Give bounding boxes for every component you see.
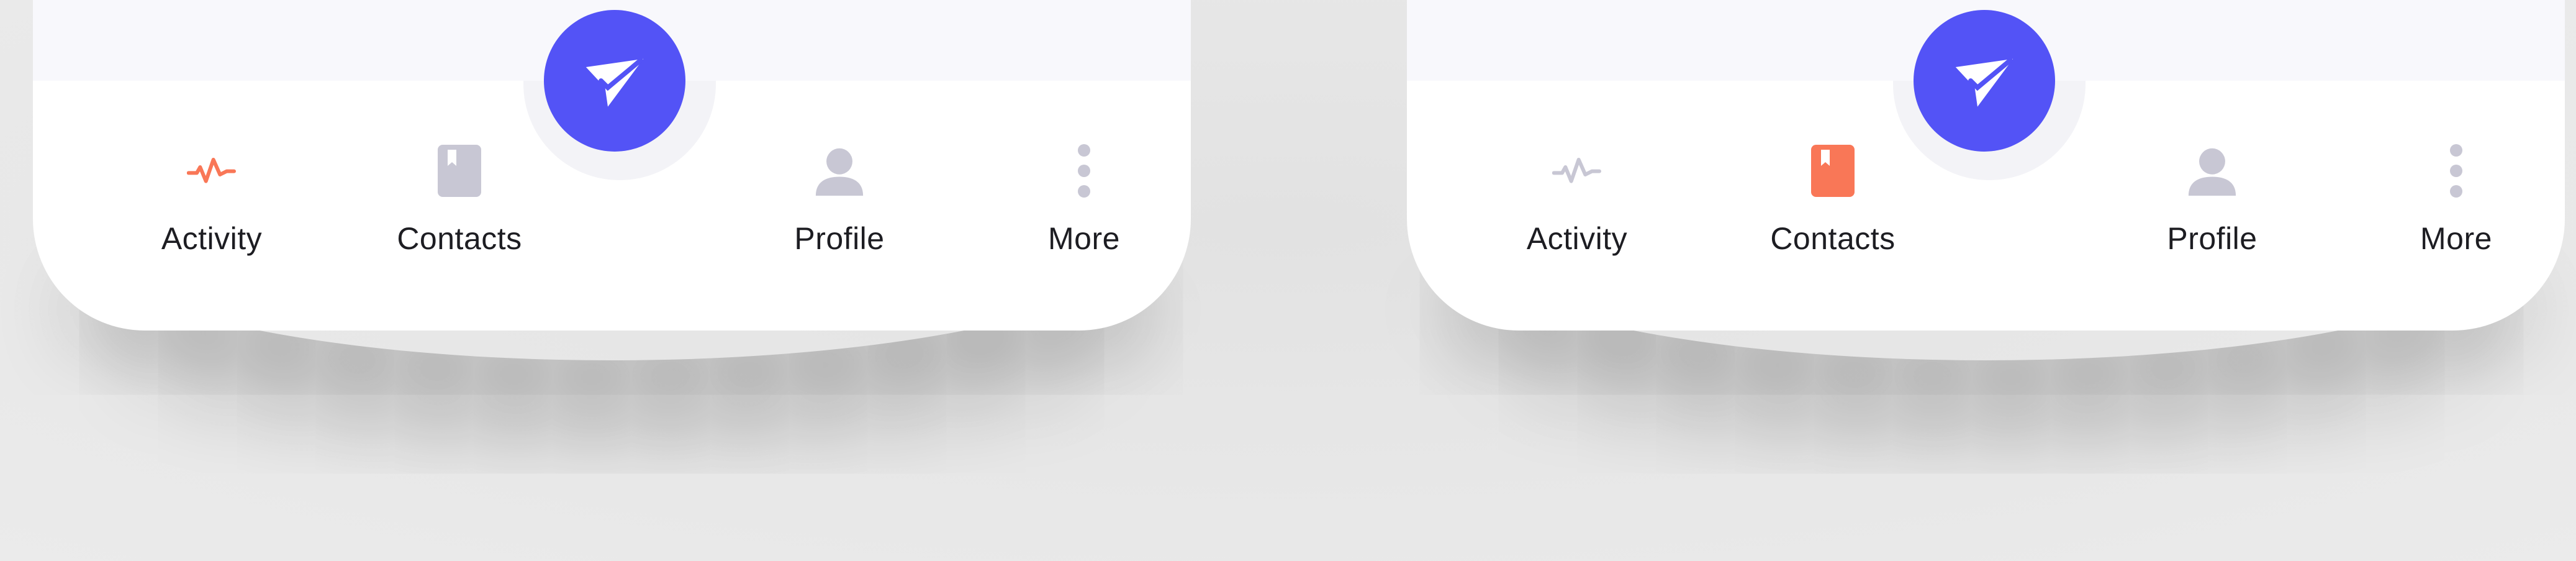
- send-fab-button[interactable]: [544, 10, 685, 152]
- contacts-book-icon: [435, 145, 484, 197]
- tab-label: Activity: [161, 221, 263, 256]
- tab-more[interactable]: More: [2375, 144, 2537, 270]
- tab-activity[interactable]: Activity: [131, 146, 292, 270]
- contacts-book-icon: [1808, 145, 1858, 197]
- tab-contacts[interactable]: Contacts: [379, 145, 540, 270]
- more-vertical-icon: [1059, 144, 1109, 198]
- tab-label: Activity: [1526, 221, 1628, 256]
- tab-label: More: [2420, 221, 2492, 256]
- tab-label: Contacts: [1770, 221, 1896, 256]
- tab-bar-variant-activity: Activity Contacts Profile More: [33, 0, 1191, 331]
- tab-more[interactable]: More: [1003, 144, 1165, 270]
- person-icon: [2187, 146, 2237, 196]
- tab-activity[interactable]: Activity: [1496, 146, 1658, 270]
- tab-profile[interactable]: Profile: [2131, 146, 2293, 270]
- more-vertical-icon: [2431, 144, 2481, 198]
- tab-profile[interactable]: Profile: [759, 146, 920, 270]
- send-icon: [585, 58, 644, 107]
- tab-contacts[interactable]: Contacts: [1752, 145, 1914, 270]
- tab-label: Contacts: [397, 221, 522, 256]
- tab-label: Profile: [794, 221, 885, 256]
- tab-label: More: [1048, 221, 1120, 256]
- send-fab-button[interactable]: [1914, 10, 2055, 152]
- tab-bar-variant-contacts: Activity Contacts Profile More: [1407, 0, 2565, 331]
- activity-icon: [1552, 146, 1602, 196]
- person-icon: [815, 146, 864, 196]
- activity-icon: [187, 146, 237, 196]
- tab-label: Profile: [2167, 221, 2257, 256]
- send-icon: [1955, 58, 2013, 107]
